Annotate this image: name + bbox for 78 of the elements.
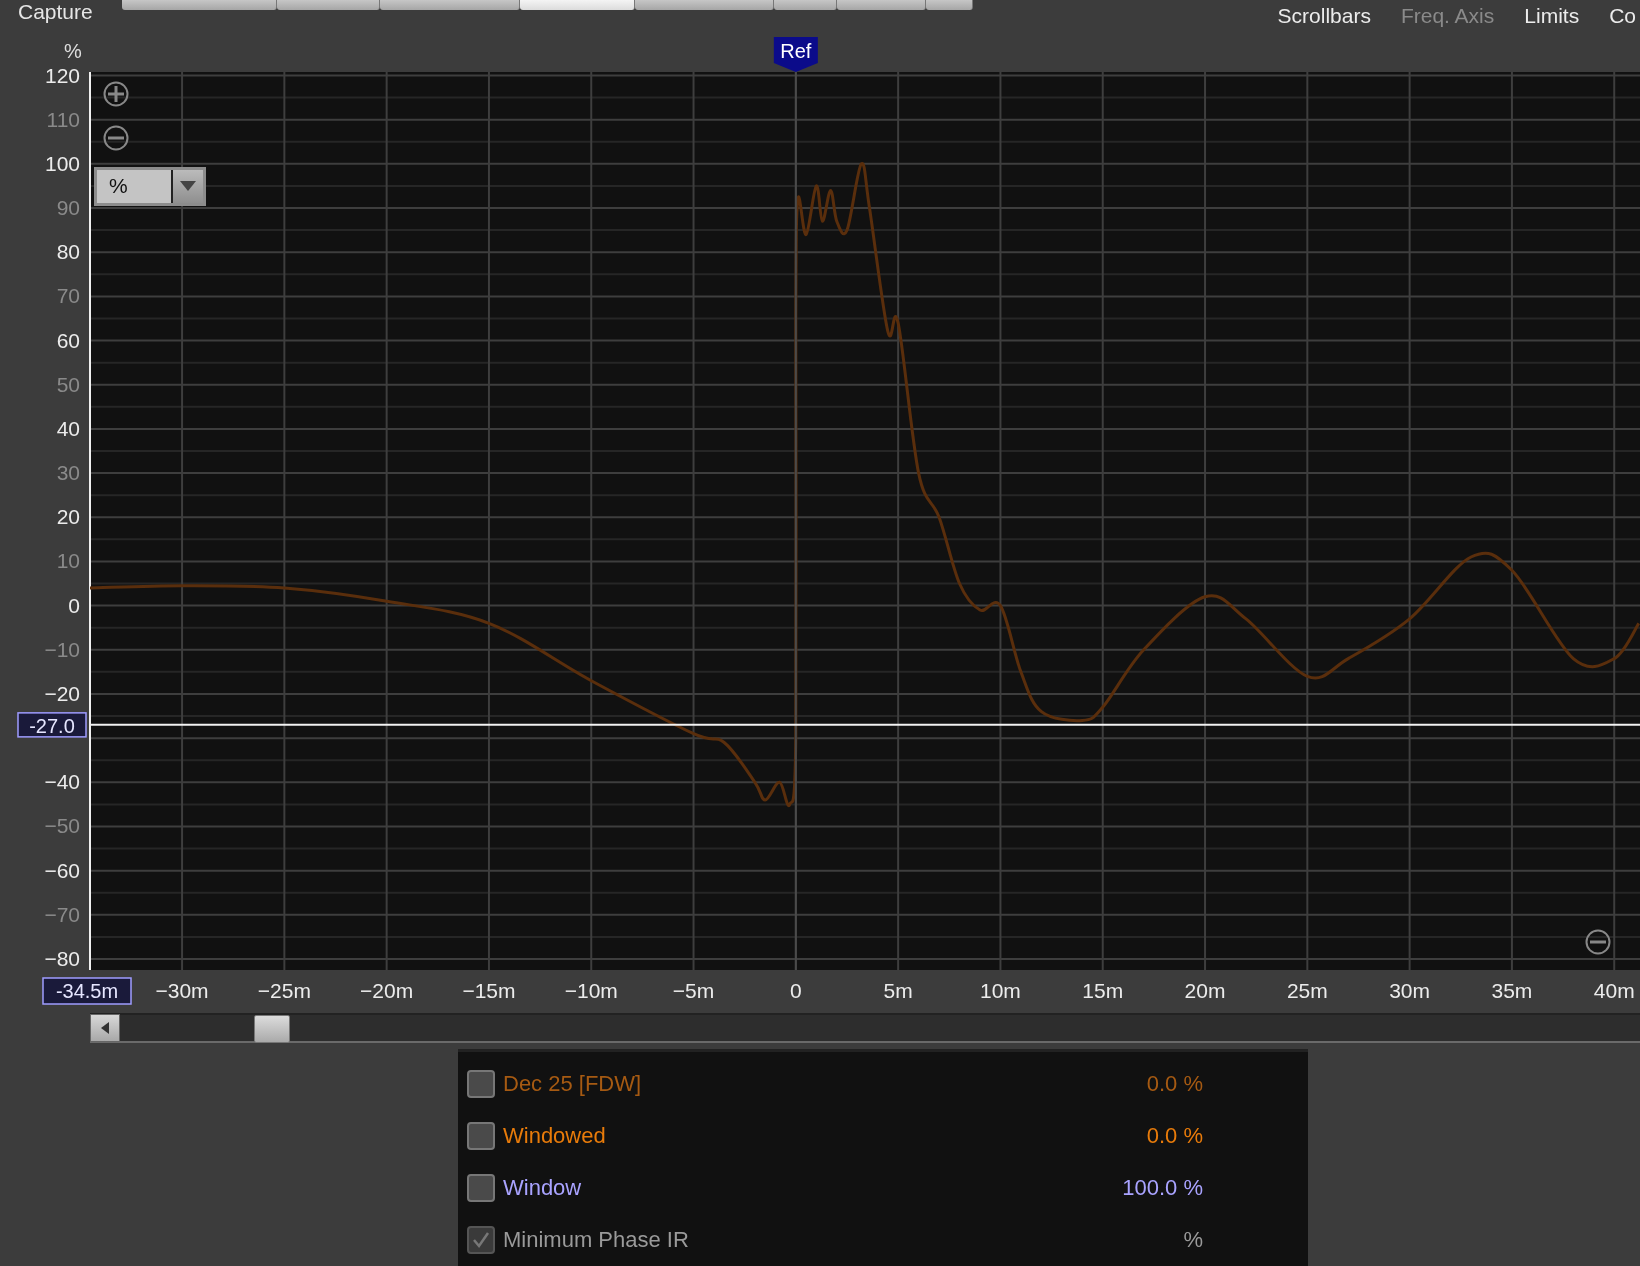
x-tick-label: −15m [462, 978, 516, 1002]
x-tick-label: −25m [257, 978, 311, 1002]
checkbox[interactable] [467, 1122, 495, 1150]
y-tick-label: 10 [56, 549, 80, 573]
checkbox[interactable] [467, 1174, 495, 1202]
x-tick-label: −5m [672, 978, 715, 1002]
zoom-in-button[interactable] [102, 79, 130, 108]
checkbox[interactable] [467, 1070, 495, 1098]
x-tick-label: −20m [360, 978, 414, 1002]
zoom-out-icon [102, 123, 130, 152]
toolbar-button[interactable] [520, 0, 635, 10]
y-tick-label: 100 [44, 151, 80, 175]
reference-marker[interactable]: Ref [773, 36, 818, 72]
y-tick-label: 70 [56, 284, 80, 308]
app-title: Capture [18, 0, 94, 24]
legend-label: Window [503, 1175, 583, 1201]
ref-line-label: -27.0 [29, 714, 75, 737]
ref-line-label: Ref [780, 39, 812, 62]
toolbar-button[interactable] [837, 0, 926, 10]
axis-unit: % [64, 39, 82, 62]
toolbar-button[interactable] [635, 0, 774, 10]
zoom-out-button[interactable] [1584, 927, 1612, 956]
y-tick-label: −20 [44, 681, 80, 705]
x-tick-label: 20m [1184, 978, 1226, 1002]
y-tick-label: −10 [44, 637, 80, 661]
y-tick-label: 20 [56, 505, 80, 529]
x-tick-label: −10m [564, 978, 618, 1002]
cursor-line[interactable] [89, 723, 1640, 726]
y-tick-label: −50 [44, 814, 80, 838]
y-tick-label: 50 [56, 372, 80, 396]
y-tick-label: 40 [56, 416, 80, 440]
cursor-value: -34.5m [42, 977, 132, 1005]
zoom-out-button[interactable] [102, 123, 130, 152]
menu-item[interactable]: Scrollbars [1277, 4, 1371, 28]
legend-label: Windowed [503, 1123, 607, 1149]
scrollbar-thumb[interactable] [254, 1014, 290, 1043]
cursor-value: -27.0 [17, 712, 87, 738]
y-tick-label: −80 [44, 946, 80, 970]
y-tick-label: 30 [56, 461, 80, 484]
x-tick-label: −30m [155, 978, 209, 1002]
x-tick-label: 30m [1389, 978, 1431, 1002]
legend-label: Dec 25 [FDW] [503, 1071, 643, 1097]
y-tick-label: 90 [56, 195, 80, 219]
zoom-out-icon [1584, 927, 1612, 956]
toolbar-button[interactable] [277, 0, 380, 10]
legend-value: % [1182, 1227, 1203, 1253]
y-tick-label: 60 [56, 328, 80, 352]
menu-item[interactable]: Limits [1524, 4, 1580, 28]
legend-label: Minimum Phase IR [503, 1227, 690, 1253]
toolbar-button[interactable] [926, 0, 973, 10]
x-tick-label: 40m [1593, 978, 1635, 1002]
y-tick-label: 0 [68, 593, 80, 617]
y-tick-label: 80 [56, 240, 80, 264]
legend-value: 0.0 % [1145, 1071, 1203, 1097]
y-tick-label: −40 [44, 770, 80, 794]
y-tick-label: −60 [44, 858, 80, 882]
toolbar-button[interactable] [380, 0, 520, 10]
legend-value: 0.0 % [1145, 1123, 1203, 1149]
x-tick-label: 25m [1286, 978, 1328, 1002]
unit-dropdown[interactable]: % [94, 166, 206, 206]
horizontal-scrollbar[interactable] [90, 1012, 1640, 1043]
y-tick-label: −70 [44, 902, 80, 926]
y-tick-label: 110 [46, 107, 80, 131]
toolbar-button[interactable] [122, 0, 277, 10]
x-tick-label: 10m [980, 978, 1021, 1002]
caret-icon [180, 181, 196, 192]
x-tick-label: 5m [883, 978, 913, 1002]
left-arrow-icon [101, 1021, 109, 1034]
scroll-left-button[interactable] [90, 1013, 120, 1042]
legend-value: 100.0 % [1121, 1175, 1203, 1201]
x-tick-label: 15m [1082, 978, 1124, 1002]
menu-item[interactable]: Co [1609, 4, 1636, 28]
checkmark-icon [472, 1231, 490, 1249]
toolbar-button[interactable] [774, 0, 837, 10]
x-tick-label: 35m [1491, 978, 1533, 1002]
zoom-in-icon [102, 79, 130, 108]
x-tick-label: 0 [790, 978, 802, 1002]
y-tick-label: 120 [44, 63, 80, 87]
